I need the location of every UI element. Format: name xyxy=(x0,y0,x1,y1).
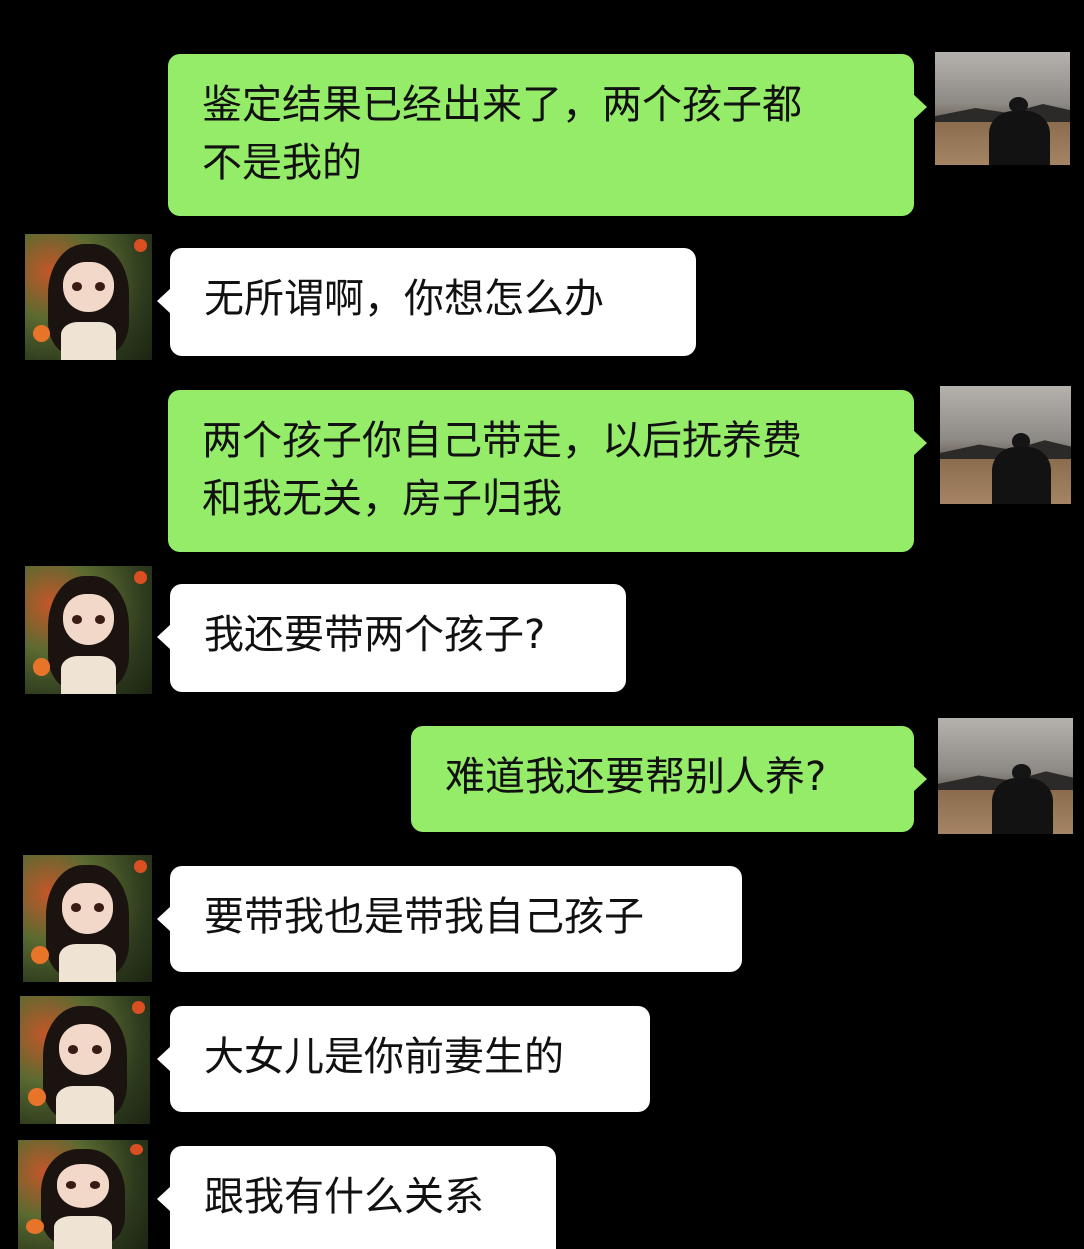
message-bubble-sent[interactable]: 鉴定结果已经出来了，两个孩子都 不是我的 xyxy=(168,54,927,216)
avatar-silhouette-body xyxy=(989,110,1050,165)
avatar-flower xyxy=(129,1144,143,1156)
avatar-face xyxy=(57,1163,109,1208)
message-line: 大女儿是你前妻生的 xyxy=(204,1034,564,1080)
message-bubble-received[interactable]: 无所谓啊，你想怎么办 xyxy=(157,248,696,356)
avatar-flower xyxy=(27,1088,46,1107)
message-line: 难道我还要帮别人养? xyxy=(445,754,827,800)
avatar-eye xyxy=(89,1181,100,1190)
avatar-dress xyxy=(59,943,116,982)
contact-avatar[interactable] xyxy=(18,1140,148,1249)
contact-avatar[interactable] xyxy=(20,996,150,1124)
avatar-dress xyxy=(56,1085,114,1124)
contact-avatar[interactable] xyxy=(25,234,152,360)
message-line: 不是我的 xyxy=(202,140,362,186)
message-line: 无所谓啊，你想怎么办 xyxy=(204,276,604,322)
message-line: 跟我有什么关系 xyxy=(204,1174,484,1220)
avatar-flower xyxy=(131,1001,145,1014)
avatar-flower xyxy=(134,571,147,584)
avatar-dress xyxy=(60,655,117,694)
sender-avatar[interactable] xyxy=(935,52,1070,165)
avatar-face xyxy=(59,1024,111,1076)
message-line: 要带我也是带我自己孩子 xyxy=(204,894,644,940)
avatar-eye xyxy=(94,614,105,624)
avatar-face xyxy=(63,594,114,646)
avatar-dress xyxy=(54,1216,112,1249)
message-bubble-received[interactable]: 我还要带两个孩子? xyxy=(157,584,626,692)
avatar-flower xyxy=(134,239,147,252)
avatar-eye xyxy=(70,903,82,913)
avatar-face xyxy=(63,261,114,313)
message-bubble-received[interactable]: 大女儿是你前妻生的 xyxy=(157,1006,650,1112)
avatar-eye xyxy=(94,281,105,291)
chat-conversation: 鉴定结果已经出来了，两个孩子都 不是我的 无所谓啊，你想怎么办 两个孩子你自己带… xyxy=(0,0,1084,1249)
message-bubble-received[interactable]: 跟我有什么关系 xyxy=(157,1146,556,1249)
message-line: 和我无关，房子归我 xyxy=(202,476,562,522)
avatar-face xyxy=(61,882,114,934)
message-line: 鉴定结果已经出来了，两个孩子都 xyxy=(202,82,802,128)
avatar-eye xyxy=(68,1044,79,1054)
message-line: 两个孩子你自己带走，以后抚养费 xyxy=(202,418,802,464)
message-bubble-sent[interactable]: 难道我还要帮别人养? xyxy=(411,726,927,832)
avatar-dress xyxy=(60,322,117,360)
contact-avatar[interactable] xyxy=(25,566,152,694)
avatar-flower xyxy=(32,658,51,677)
avatar-eye xyxy=(71,614,83,624)
sender-avatar[interactable] xyxy=(940,386,1071,504)
avatar-flower xyxy=(133,860,147,873)
message-bubble-sent[interactable]: 两个孩子你自己带走，以后抚养费 和我无关，房子归我 xyxy=(168,390,927,552)
message-bubble-received[interactable]: 要带我也是带我自己孩子 xyxy=(157,866,742,972)
avatar-flower xyxy=(25,1218,44,1234)
sender-avatar[interactable] xyxy=(938,718,1073,834)
avatar-silhouette-body xyxy=(992,778,1053,834)
avatar-flower xyxy=(32,324,51,343)
contact-avatar[interactable] xyxy=(23,855,152,982)
avatar-silhouette-body xyxy=(992,447,1052,504)
avatar-flower xyxy=(30,946,49,965)
message-line: 我还要带两个孩子? xyxy=(204,612,546,658)
avatar-eye xyxy=(71,281,83,291)
avatar-eye xyxy=(91,1044,102,1054)
